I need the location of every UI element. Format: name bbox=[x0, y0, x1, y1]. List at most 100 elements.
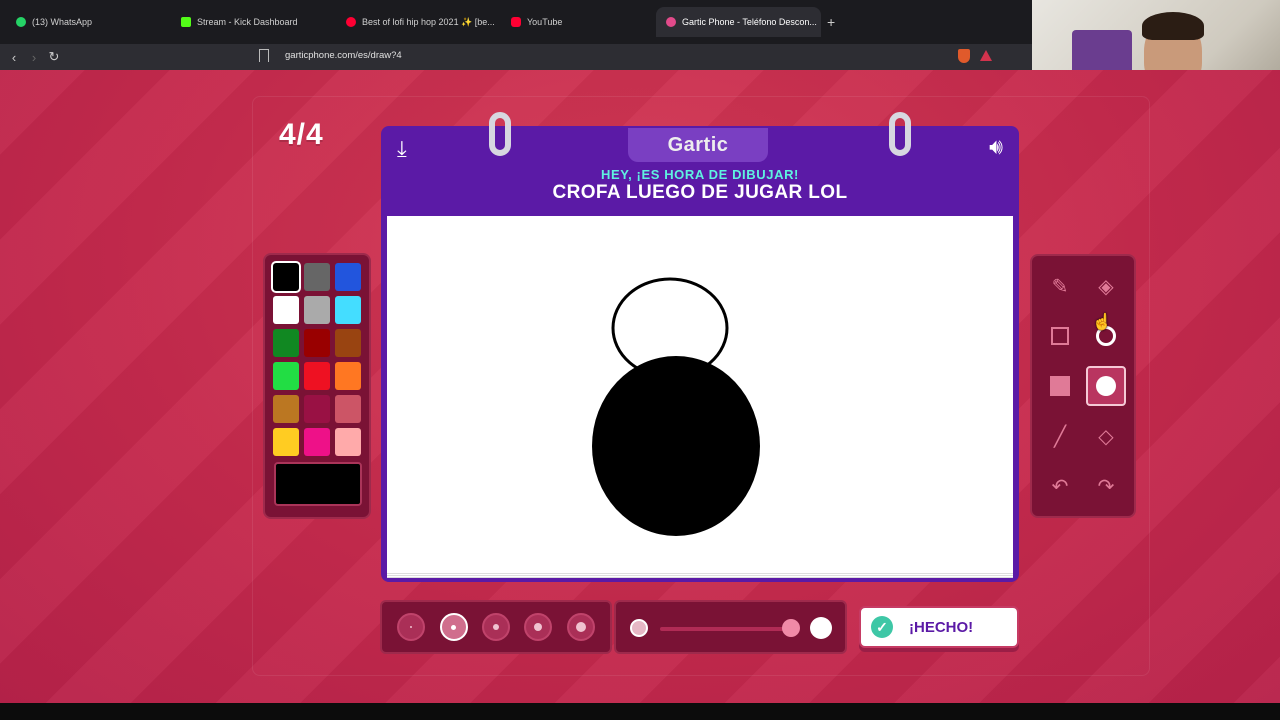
drawing-canvas[interactable] bbox=[387, 216, 1013, 572]
game-page: 4/4 Gartic ⤓ 🔊︎ HEY, ¡ES HORA DE DIBUJAR… bbox=[0, 70, 1280, 703]
tab-kick[interactable]: Stream - Kick Dashboard bbox=[171, 7, 336, 37]
brush-size-2[interactable] bbox=[439, 613, 468, 641]
pencil-tool-button[interactable]: ✎ bbox=[1040, 266, 1080, 306]
fill-bucket-tool-button[interactable]: ◇ bbox=[1086, 416, 1126, 456]
undo-icon: ↶ bbox=[1051, 475, 1069, 498]
rectangle-outline-tool-button[interactable] bbox=[1040, 316, 1080, 356]
taskbar-strip bbox=[0, 703, 1280, 720]
kick-icon bbox=[181, 17, 191, 27]
back-icon[interactable]: ‹ bbox=[4, 50, 24, 65]
color-swatch[interactable] bbox=[273, 428, 299, 456]
redo-icon: ↷ bbox=[1097, 475, 1115, 498]
size-dot bbox=[492, 624, 499, 630]
tab-label: YouTube bbox=[527, 17, 563, 27]
opacity-track[interactable] bbox=[660, 627, 788, 631]
bookmark-icon[interactable] bbox=[259, 49, 269, 62]
color-swatch[interactable] bbox=[335, 362, 361, 390]
gartic-logo: Gartic bbox=[628, 128, 768, 162]
tab-youtube[interactable]: YouTube bbox=[501, 7, 656, 37]
tab-label: (13) WhatsApp bbox=[32, 17, 93, 27]
round-counter: 4/4 bbox=[279, 118, 324, 151]
tab-whatsapp[interactable]: (13) WhatsApp bbox=[6, 7, 171, 37]
color-swatch[interactable] bbox=[335, 263, 361, 291]
drawing-svg bbox=[592, 277, 760, 536]
drawn-filled-ellipse bbox=[592, 356, 760, 536]
color-swatch[interactable] bbox=[304, 263, 330, 291]
drawing-theme: CROFA LUEGO DE JUGAR LOL bbox=[552, 182, 848, 203]
color-swatch[interactable] bbox=[304, 296, 330, 324]
forward-icon[interactable]: › bbox=[24, 50, 44, 65]
ellipse-filled-tool-button[interactable] bbox=[1086, 366, 1126, 406]
rectangle-outline-icon bbox=[1051, 327, 1069, 345]
color-swatch[interactable] bbox=[335, 428, 361, 456]
color-swatch[interactable] bbox=[304, 362, 330, 390]
color-swatch[interactable] bbox=[304, 395, 330, 423]
tab-label: Gartic Phone - Teléfono Descon... bbox=[682, 17, 817, 27]
tab-label: Stream - Kick Dashboard bbox=[197, 17, 298, 27]
prompt-header: HEY, ¡ES HORA DE DIBUJAR! bbox=[601, 167, 799, 182]
tab-label: Best of lofi hip hop 2021 ✨ [be... bbox=[362, 16, 495, 27]
rectangle-filled-icon bbox=[1050, 376, 1070, 396]
low-opacity-icon bbox=[630, 619, 648, 637]
canvas-container bbox=[381, 214, 1019, 582]
swatch-grid bbox=[271, 261, 361, 456]
color-palette bbox=[263, 253, 371, 519]
binder-ring-left bbox=[489, 112, 511, 156]
streamer-hair bbox=[1142, 12, 1204, 40]
check-icon: ✓ bbox=[871, 616, 893, 638]
board-header: Gartic ⤓ 🔊︎ HEY, ¡ES HORA DE DIBUJAR! CR… bbox=[381, 112, 1019, 216]
browser-tab-bar: (13) WhatsApp Stream - Kick Dashboard Be… bbox=[0, 0, 1032, 44]
rectangle-filled-tool-button[interactable] bbox=[1040, 366, 1080, 406]
brave-shield-icon[interactable] bbox=[958, 49, 970, 63]
brush-size-selector bbox=[380, 600, 612, 654]
undo-tool-button[interactable]: ↶ bbox=[1040, 466, 1080, 506]
color-swatch[interactable] bbox=[304, 329, 330, 357]
pencil-icon: ✎ bbox=[1051, 275, 1069, 298]
tab-gartic[interactable]: Gartic Phone - Teléfono Descon...✕ bbox=[656, 7, 821, 37]
brush-size-3[interactable] bbox=[481, 613, 510, 641]
eraser-tool-button[interactable]: ◈ bbox=[1086, 266, 1126, 306]
color-swatch[interactable] bbox=[271, 261, 301, 293]
color-swatch[interactable] bbox=[335, 395, 361, 423]
done-label: ¡HECHO! bbox=[909, 618, 974, 636]
tool-panel: ✎ ◈ ╱ ◇ ↶ ↷ bbox=[1030, 254, 1136, 518]
download-icon[interactable]: ⤓ bbox=[397, 136, 407, 162]
url-field[interactable]: garticphone.com/es/draw?4 bbox=[285, 50, 402, 61]
size-dot bbox=[575, 622, 586, 632]
paper-edge bbox=[387, 572, 1013, 578]
binder-ring-right bbox=[889, 112, 911, 156]
color-swatch[interactable] bbox=[273, 395, 299, 423]
whatsapp-icon bbox=[16, 17, 26, 27]
brush-size-1[interactable] bbox=[397, 613, 426, 641]
line-tool-button[interactable]: ╱ bbox=[1040, 416, 1080, 456]
gartic-icon bbox=[666, 17, 676, 27]
reload-icon[interactable]: ↻ bbox=[44, 49, 64, 65]
line-icon: ╱ bbox=[1053, 425, 1067, 448]
size-dot bbox=[410, 626, 413, 628]
eraser-icon: ◈ bbox=[1098, 275, 1114, 298]
opacity-slider-panel bbox=[614, 600, 847, 654]
youtube-icon bbox=[511, 17, 521, 27]
tab-lofi[interactable]: Best of lofi hip hop 2021 ✨ [be... bbox=[336, 7, 501, 37]
brush-size-5[interactable] bbox=[566, 613, 595, 641]
brush-size-4[interactable] bbox=[524, 613, 553, 641]
ellipse-filled-icon bbox=[1096, 376, 1116, 396]
done-button[interactable]: ✓ ¡HECHO! bbox=[859, 606, 1019, 648]
color-swatch[interactable] bbox=[273, 329, 299, 357]
redo-tool-button[interactable]: ↷ bbox=[1086, 466, 1126, 506]
brave-rewards-icon[interactable] bbox=[980, 50, 992, 61]
volume-icon[interactable]: 🔊︎ bbox=[989, 134, 1003, 160]
color-swatch[interactable] bbox=[273, 296, 299, 324]
mouse-cursor-icon: ☝ bbox=[1092, 314, 1112, 331]
color-swatch[interactable] bbox=[335, 329, 361, 357]
opacity-knob[interactable] bbox=[782, 619, 800, 637]
address-bar-row: ‹ › ↻ garticphone.com/es/draw?4 bbox=[0, 44, 1032, 70]
new-tab-button[interactable]: + bbox=[827, 14, 835, 30]
color-swatch[interactable] bbox=[335, 296, 361, 324]
size-dot bbox=[534, 623, 543, 631]
full-opacity-icon bbox=[810, 617, 832, 639]
color-swatch[interactable] bbox=[304, 428, 330, 456]
current-color-preview bbox=[274, 462, 362, 506]
color-swatch[interactable] bbox=[273, 362, 299, 390]
fill-bucket-icon: ◇ bbox=[1098, 425, 1114, 448]
